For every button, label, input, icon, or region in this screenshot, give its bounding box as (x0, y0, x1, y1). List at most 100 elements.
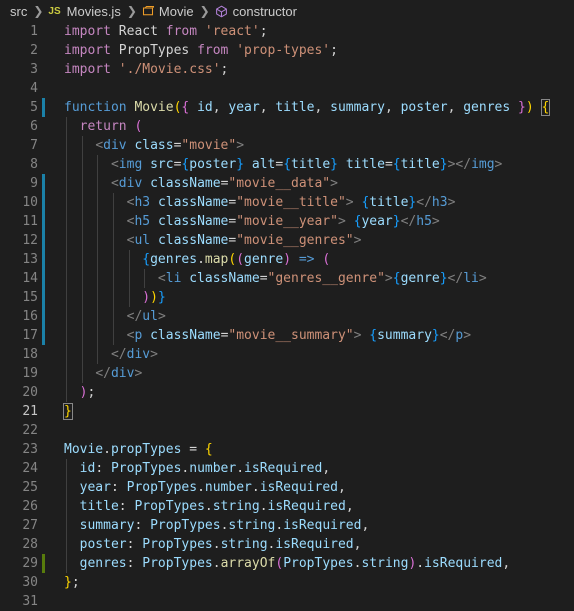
code-line[interactable]: 26 title: PropTypes.string.isRequired, (0, 497, 574, 516)
code-token: > (447, 195, 456, 210)
git-modified-marker[interactable] (42, 250, 45, 269)
code-line[interactable]: 1 import React from 'react'; (0, 22, 574, 41)
code-line[interactable]: 24 id: PropTypes.number.isRequired, (0, 459, 574, 478)
git-modified-marker[interactable] (42, 174, 45, 193)
code-line[interactable]: 29 genres: PropTypes.arrayOf(PropTypes.s… (0, 554, 574, 573)
code-token: : (118, 499, 135, 514)
breadcrumb-file[interactable]: JS Movies.js (48, 4, 120, 19)
code-token: > (157, 309, 166, 324)
git-modified-marker[interactable] (42, 98, 45, 117)
code-token: . (103, 442, 111, 457)
code-line[interactable]: 15 ))} (0, 288, 574, 307)
code-token: isRequired (267, 499, 346, 514)
breadcrumb-member-label: constructor (232, 3, 297, 19)
code-token: title (400, 157, 440, 172)
code-text: ))} (64, 288, 165, 307)
code-line[interactable]: 30}; (0, 573, 574, 592)
git-modified-marker[interactable] (42, 269, 45, 288)
code-token: id (189, 100, 213, 115)
code-line[interactable]: 5 function Movie({ id, year, title, summa… (0, 98, 574, 117)
code-line[interactable]: 31 (0, 592, 574, 611)
code-token: > (384, 271, 393, 286)
code-line[interactable]: 3 import './Movie.css'; (0, 60, 574, 79)
code-token: ul (142, 309, 158, 324)
code-token: PropTypes (126, 480, 198, 495)
code-token: PropTypes (110, 43, 198, 58)
code-line[interactable]: 28 poster: PropTypes.string.isRequired, (0, 535, 574, 554)
line-number: 9 (30, 176, 38, 191)
line-number: 20 (22, 385, 38, 400)
code-line[interactable]: 8 <img src={poster} alt={title} title={t… (0, 155, 574, 174)
code-line[interactable]: 9 <div className="movie__data"> (0, 174, 574, 193)
code-token: </ (95, 366, 111, 381)
code-line[interactable]: 19 </div> (0, 364, 574, 383)
code-token: number (189, 461, 237, 476)
code-line[interactable]: 25 year: PropTypes.number.isRequired, (0, 478, 574, 497)
code-token: img (118, 157, 143, 172)
code-line[interactable]: 2 import PropTypes from 'prop-types'; (0, 41, 574, 60)
code-editor[interactable]: 1 import React from 'react'; 2 import PropT… (0, 22, 574, 611)
code-line[interactable]: 6 return ( (0, 117, 574, 136)
code-token: isRequired (283, 518, 362, 533)
code-token: isRequired (244, 461, 323, 476)
code-token: 'prop-types' (236, 43, 331, 58)
code-token: alt (251, 157, 276, 172)
git-modified-marker[interactable] (42, 326, 45, 345)
code-line[interactable]: 23 Movie.propTypes = { (0, 440, 574, 459)
git-modified-marker[interactable] (42, 193, 45, 212)
code-token: < (157, 271, 166, 286)
code-line[interactable]: 18 </div> (0, 345, 574, 364)
code-token: ) (150, 290, 158, 305)
code-token: . (197, 252, 205, 267)
breadcrumb-member[interactable]: constructor (215, 4, 297, 19)
code-line[interactable]: 22 (0, 421, 574, 440)
line-number: 29 (22, 556, 38, 571)
code-text: ); (64, 383, 96, 402)
code-line[interactable]: 12 <ul className="movie__genres"> (0, 231, 574, 250)
code-token: , (322, 461, 331, 476)
git-modified-marker[interactable] (42, 307, 45, 326)
code-token: { (283, 157, 292, 172)
code-line[interactable]: 13 {genres.map((genre) => ( (0, 250, 574, 269)
git-added-marker[interactable] (42, 554, 45, 573)
line-number: 17 (22, 328, 38, 343)
code-line[interactable]: 16 </ul> (0, 307, 574, 326)
code-line[interactable]: 7 <div class="movie"> (0, 136, 574, 155)
git-modified-marker[interactable] (42, 288, 45, 307)
code-line[interactable]: 17 <p className="movie__summary"> {summa… (0, 326, 574, 345)
code-text: </ul> (64, 307, 166, 326)
code-line[interactable]: 4 (0, 79, 574, 98)
code-token: "movie__year" (236, 214, 338, 229)
code-line[interactable]: 14 <li className="genres__genre">{genre}… (0, 269, 574, 288)
line-number: 10 (22, 195, 38, 210)
code-token: : (110, 480, 127, 495)
code-line[interactable]: 21} (0, 402, 574, 421)
code-token: h5 (134, 214, 151, 229)
code-line[interactable]: 10 <h3 className="movie__title"> {title}… (0, 193, 574, 212)
code-token: < (110, 157, 119, 172)
git-modified-marker[interactable] (42, 231, 45, 250)
code-token: ( (236, 252, 245, 267)
code-token: > (134, 366, 143, 381)
code-token: "movie__data" (228, 176, 331, 191)
line-number: 18 (22, 347, 38, 362)
code-token: PropTypes (134, 499, 205, 514)
breadcrumb-folder[interactable]: src (10, 4, 27, 19)
code-line[interactable]: 27 summary: PropTypes.string.isRequired, (0, 516, 574, 535)
code-token: < (110, 176, 119, 191)
code-line[interactable]: 11 <h5 className="movie__year"> {year}</… (0, 212, 574, 231)
code-token: ) (525, 100, 534, 115)
breadcrumb: src ❯ JS Movies.js ❯ Movie ❯ constructor (0, 0, 574, 22)
breadcrumb-symbol[interactable]: Movie (142, 4, 194, 19)
code-line[interactable]: 20 ); (0, 383, 574, 402)
line-number: 31 (22, 594, 38, 609)
git-modified-marker[interactable] (42, 212, 45, 231)
